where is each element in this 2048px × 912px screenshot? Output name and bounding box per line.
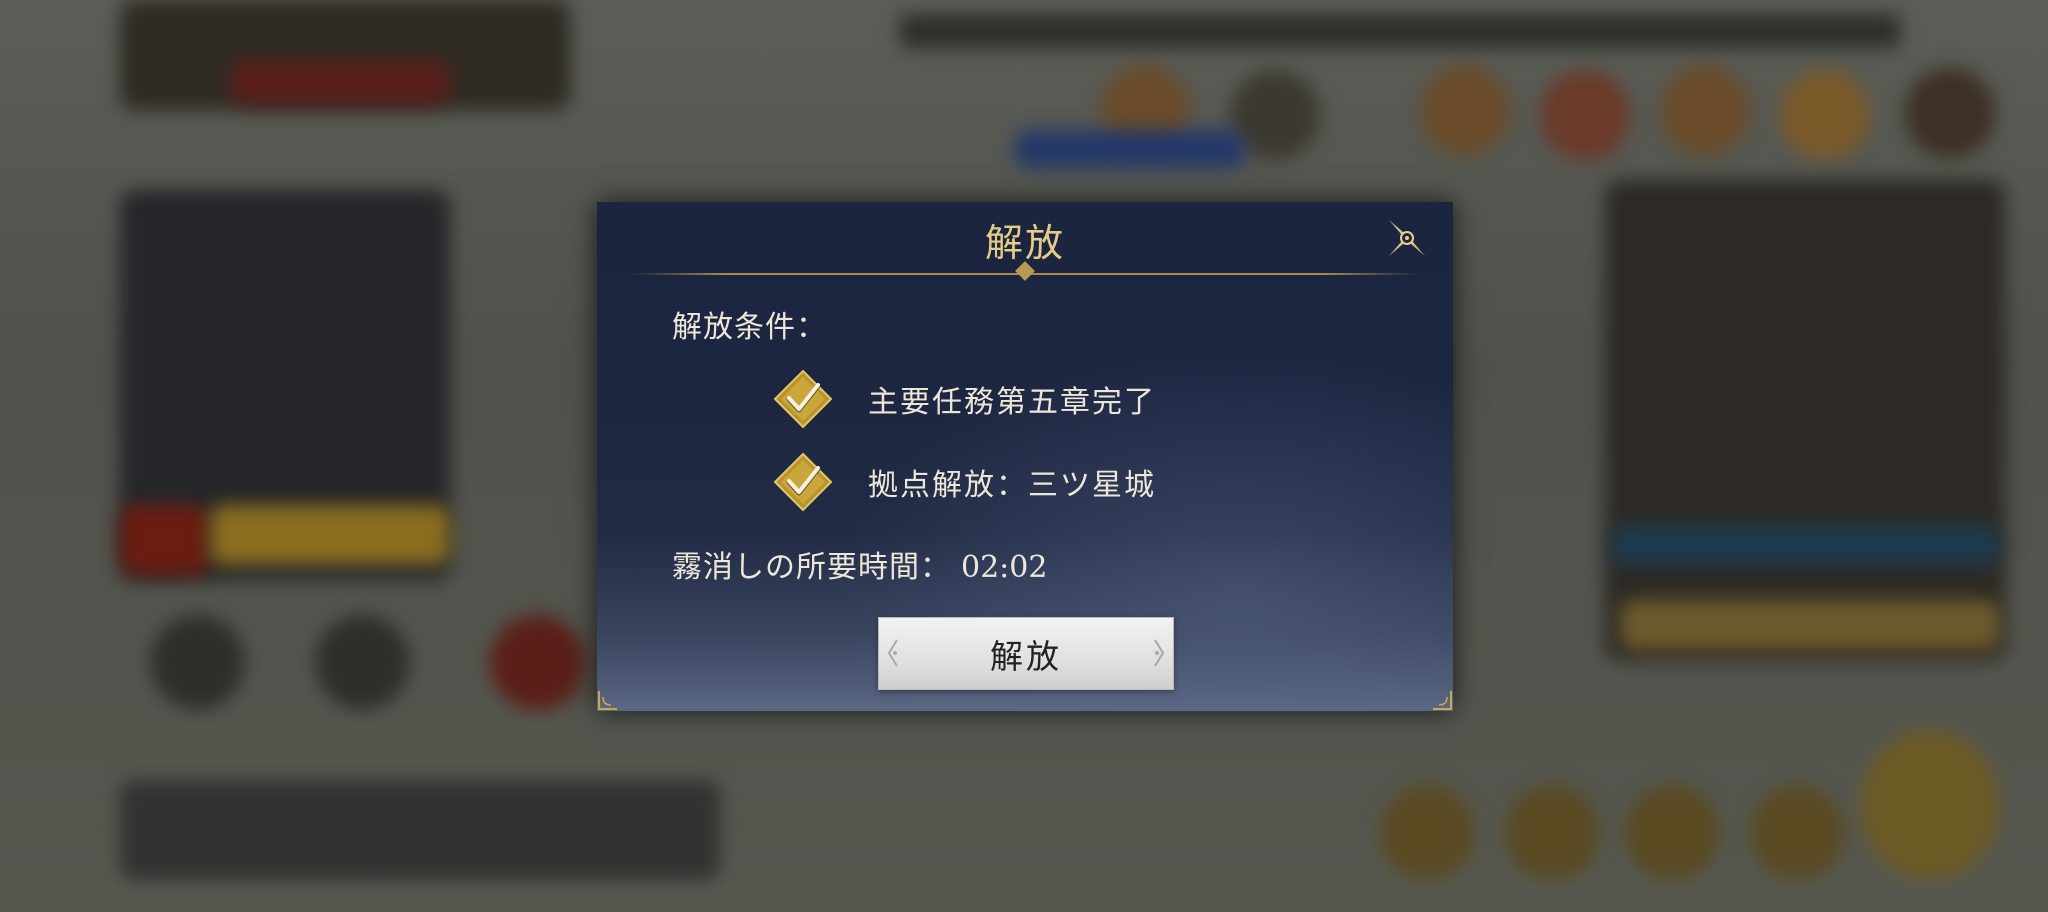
time-value: 02:02 xyxy=(961,550,1048,585)
condition-text: 拠点解放：三ツ星城 xyxy=(868,468,1156,503)
conditions-label: 解放条件： xyxy=(672,310,827,345)
release-button[interactable]: 解放 xyxy=(878,617,1174,690)
bg-top-left-banner xyxy=(230,60,450,105)
close-x-icon xyxy=(1389,220,1425,256)
release-button-label: 解放 xyxy=(990,636,1062,676)
bg-unit-icon xyxy=(490,615,585,710)
corner-ornament-icon xyxy=(598,691,617,710)
bg-left-gold-button xyxy=(210,505,450,565)
bg-dock-main-icon xyxy=(1860,730,2000,880)
bg-character-avatar xyxy=(1905,68,1995,158)
dialog-title: 解放 xyxy=(984,221,1065,265)
bg-left-red-badge xyxy=(120,505,210,575)
bg-right-panel xyxy=(1605,180,2005,660)
bg-bottom-bar xyxy=(120,780,720,880)
bg-character-avatar xyxy=(1420,65,1510,155)
button-ornament-icon xyxy=(1154,639,1165,667)
condition-text: 主要任務第五章完了 xyxy=(868,385,1156,420)
fog-clear-time: 霧消しの所要時間： 02:02 xyxy=(672,542,1047,586)
bg-top-ribbon xyxy=(900,14,1900,48)
condition-row: 主要任務第五章完了 xyxy=(772,368,1156,430)
bg-unit-icon xyxy=(315,615,410,710)
bg-unit-icon xyxy=(150,615,245,710)
release-dialog: 解放 解放条件： 主要任務第五章完了 拠点解放：三ツ星城 霧消しの所要時間： 0… xyxy=(597,202,1453,711)
time-label: 霧消しの所要時間： xyxy=(672,550,951,585)
bg-character-avatar xyxy=(1540,70,1630,160)
check-icon xyxy=(772,451,834,513)
bg-character-avatar xyxy=(1660,65,1750,155)
bg-character-avatar xyxy=(1780,70,1870,160)
bg-right-gold-bar xyxy=(1620,600,2000,650)
bg-dock-icon xyxy=(1750,785,1845,880)
button-ornament-icon xyxy=(887,639,898,667)
bg-right-blue-bar xyxy=(1610,525,2000,565)
bg-blue-tab xyxy=(1015,130,1245,168)
bg-dock-icon xyxy=(1625,785,1720,880)
close-button[interactable] xyxy=(1385,216,1429,260)
bg-dock-icon xyxy=(1505,785,1600,880)
condition-row: 拠点解放：三ツ星城 xyxy=(772,451,1156,513)
check-icon xyxy=(772,368,834,430)
corner-ornament-icon xyxy=(1433,691,1452,710)
bg-dock-icon xyxy=(1380,785,1475,880)
